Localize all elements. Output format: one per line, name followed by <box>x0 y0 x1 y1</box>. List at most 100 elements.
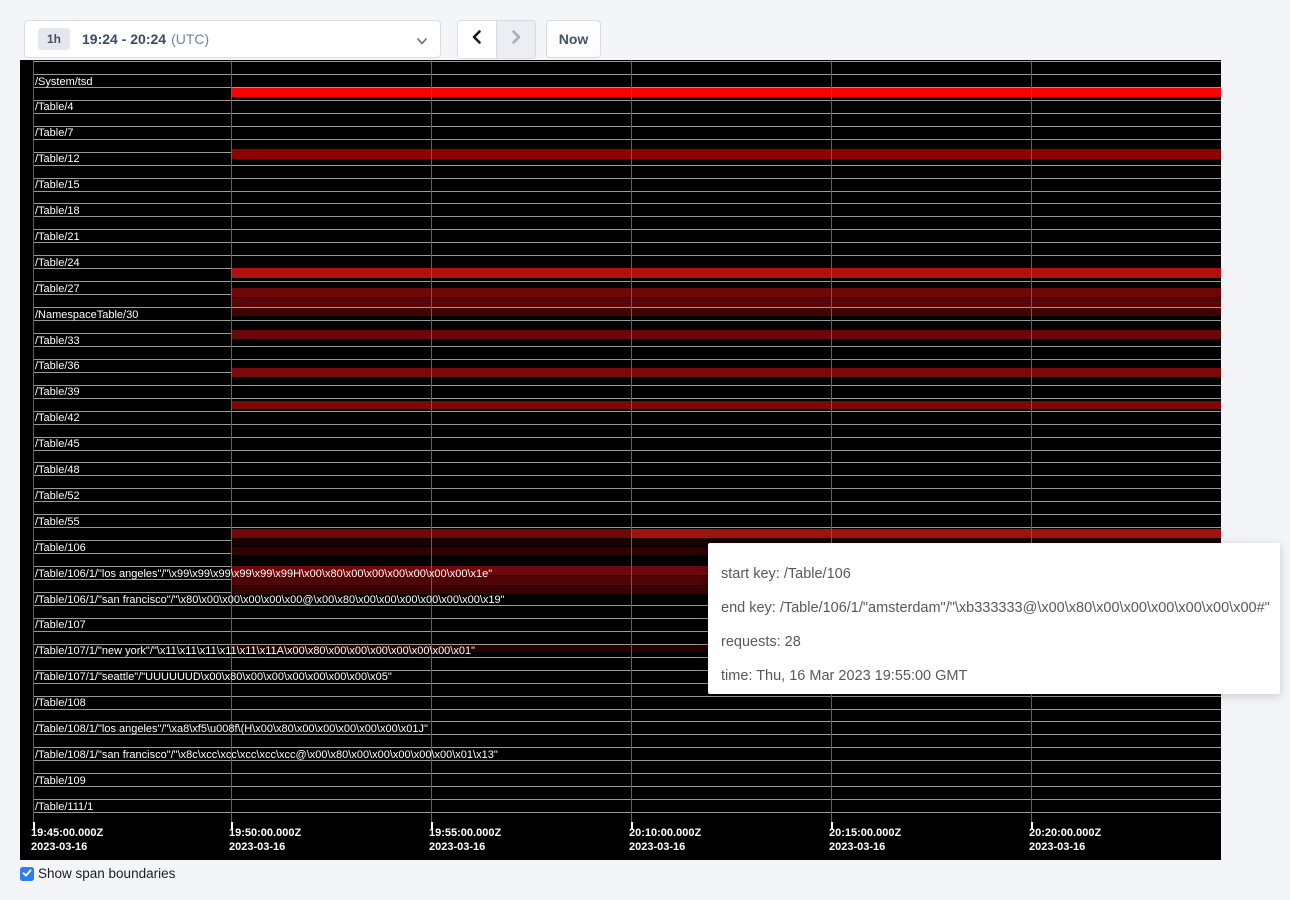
time-gridline <box>1031 60 1032 822</box>
time-range-text: 19:24 - 20:24 <box>82 31 166 47</box>
heat-band <box>231 298 1221 307</box>
duration-badge: 1h <box>38 28 70 50</box>
span-boundary-line <box>33 799 1221 800</box>
span-boundary-line <box>33 229 1221 230</box>
row-key-label: /Table/111/1 <box>35 801 93 813</box>
time-gridline <box>231 60 232 822</box>
tooltip-start-key: start key: /Table/106 <box>721 562 1280 587</box>
tooltip-time: time: Thu, 16 Mar 2023 19:55:00 GMT <box>721 664 1280 689</box>
heat-band <box>631 529 1221 538</box>
x-axis-label: 19:50:00.000Z2023-03-16 <box>229 826 301 854</box>
time-nav-buttons <box>457 20 536 59</box>
row-key-label: /Table/42 <box>35 412 80 424</box>
heat-band <box>231 330 1221 339</box>
span-boundary-line <box>33 450 1221 451</box>
heat-band <box>231 268 1221 278</box>
toolbar: 1h 19:24 - 20:24 (UTC) Now <box>0 0 1290 60</box>
span-boundary-line <box>33 501 1221 502</box>
row-key-label: /Table/12 <box>35 153 80 165</box>
row-key-label: /NamespaceTable/30 <box>35 309 138 321</box>
span-boundary-line <box>33 346 1221 347</box>
span-boundary-line <box>33 786 1221 787</box>
span-boundary-line <box>33 812 1221 813</box>
heat-band <box>231 368 1221 377</box>
show-span-boundaries-label[interactable]: Show span boundaries <box>38 866 175 881</box>
span-boundary-line <box>33 398 1221 399</box>
span-boundary-line <box>33 437 1221 438</box>
span-boundary-line <box>33 488 1221 489</box>
row-key-label: /Table/106 <box>35 542 86 554</box>
row-key-label: /Table/4 <box>35 101 74 113</box>
next-interval-button[interactable] <box>497 21 535 58</box>
heat-band <box>231 149 1221 159</box>
time-gridline <box>831 60 832 822</box>
show-span-boundaries-checkbox[interactable] <box>20 867 34 881</box>
span-boundary-line <box>33 255 1221 256</box>
row-key-label: /Table/21 <box>35 231 80 243</box>
heat-band <box>231 308 1221 316</box>
row-key-label: /System/tsd <box>35 76 92 88</box>
row-key-label: /Table/107 <box>35 619 86 631</box>
row-key-label: /Table/36 <box>35 360 80 372</box>
row-key-label: /Table/52 <box>35 490 80 502</box>
span-boundary-line <box>33 165 1221 166</box>
row-key-label: /Table/18 <box>35 205 80 217</box>
span-boundary-line <box>33 424 1221 425</box>
row-key-label: /Table/45 <box>35 438 80 450</box>
span-boundary-line <box>33 281 1221 282</box>
x-axis-label: 19:45:00.000Z2023-03-16 <box>31 826 103 854</box>
row-key-label: /Table/107/1/"new york"/"\x11\x11\x11\x1… <box>35 645 475 657</box>
heat-band <box>231 401 1221 409</box>
span-boundary-line <box>33 462 1221 463</box>
key-visualizer-heatmap[interactable]: 19:45:00.000Z2023-03-16 19:50:00.000Z2023… <box>20 60 1221 860</box>
span-boundary-line <box>33 242 1221 243</box>
x-axis-label: 19:55:00.000Z2023-03-16 <box>429 826 501 854</box>
span-boundary-line <box>33 411 1221 412</box>
x-axis-label: 20:20:00.000Z2023-03-16 <box>1029 826 1101 854</box>
time-gridline <box>33 60 34 822</box>
x-axis-label: 20:10:00.000Z2023-03-16 <box>629 826 701 854</box>
span-boundary-line <box>33 126 1221 127</box>
time-range-selector[interactable]: 1h 19:24 - 20:24 (UTC) <box>24 20 441 58</box>
span-boundary-line <box>33 74 1221 75</box>
span-boundary-line <box>33 113 1221 114</box>
row-key-label: /Table/108/1/"los angeles"/"\xa8\xf5\u00… <box>35 723 428 735</box>
previous-interval-button[interactable] <box>458 21 497 58</box>
span-boundary-line <box>33 203 1221 204</box>
span-boundary-line <box>33 385 1221 386</box>
row-key-label: /Table/48 <box>35 464 80 476</box>
row-key-label: /Table/106/1/"los angeles"/"\x99\x99\x99… <box>35 568 492 580</box>
row-key-label: /Table/55 <box>35 516 80 528</box>
tooltip-requests: requests: 28 <box>721 630 1280 655</box>
row-key-label: /Table/27 <box>35 283 80 295</box>
span-boundary-line <box>33 773 1221 774</box>
row-key-label: /Table/106/1/"san francisco"/"\x80\x00\x… <box>35 594 505 606</box>
span-boundary-line <box>33 61 1221 62</box>
checkmark-icon <box>22 865 32 883</box>
heat-band <box>231 288 1221 297</box>
span-boundary-line <box>33 709 1221 710</box>
heatmap-tooltip: start key: /Table/106 end key: /Table/10… <box>708 543 1280 694</box>
row-key-label: /Table/109 <box>35 775 86 787</box>
row-key-label: /Table/15 <box>35 179 80 191</box>
chevron-down-icon <box>416 34 428 52</box>
row-key-label: /Table/24 <box>35 257 80 269</box>
span-boundaries-row: Show span boundaries <box>20 866 175 881</box>
tooltip-end-key: end key: /Table/106/1/"amsterdam"/"\xb33… <box>721 596 1280 621</box>
chevron-right-icon <box>509 29 523 50</box>
x-axis-label: 20:15:00.000Z2023-03-16 <box>829 826 901 854</box>
span-boundary-line <box>33 139 1221 140</box>
row-key-label: /Table/107/1/"seattle"/"UUUUUUD\x00\x80\… <box>35 671 392 683</box>
span-boundary-line <box>33 696 1221 697</box>
row-key-label: /Table/108/1/"san francisco"/"\x8c\xcc\x… <box>35 749 498 761</box>
now-button[interactable]: Now <box>546 20 601 58</box>
span-boundary-line <box>33 216 1221 217</box>
heat-band <box>231 88 1221 97</box>
row-key-label: /Table/108 <box>35 697 86 709</box>
span-boundary-line <box>33 191 1221 192</box>
span-boundary-line <box>33 320 1221 321</box>
span-boundary-line <box>33 100 1221 101</box>
row-key-label: /Table/33 <box>35 335 80 347</box>
span-boundary-line <box>33 475 1221 476</box>
span-boundary-line <box>33 359 1221 360</box>
